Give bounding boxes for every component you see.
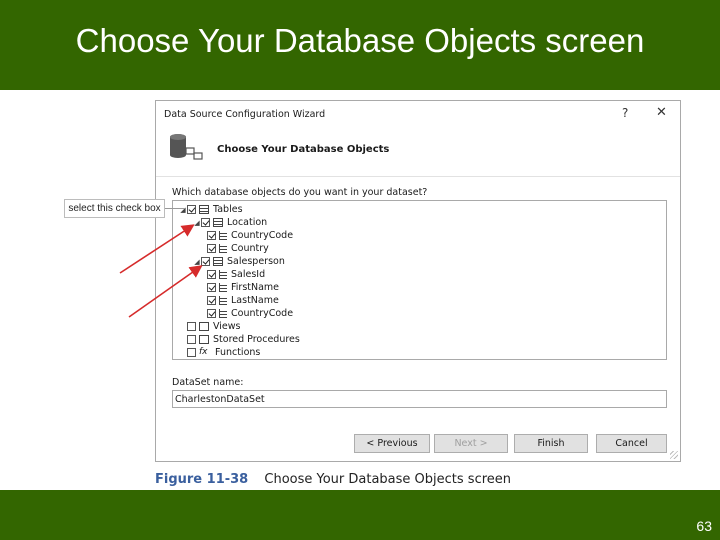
- figure-caption-text: Choose Your Database Objects screen: [264, 472, 512, 487]
- tree-item-label: Country: [231, 243, 269, 254]
- functions-checkbox[interactable]: [187, 348, 196, 357]
- salesid-checkbox[interactable]: [207, 270, 216, 279]
- figure-caption: Figure 11-38 Choose Your Database Object…: [155, 472, 511, 487]
- tree-item-tables[interactable]: ◢ Tables: [179, 203, 243, 216]
- tree-item-country[interactable]: Country: [207, 242, 269, 255]
- tree-item-salesperson[interactable]: ◢ Salesperson: [193, 255, 285, 268]
- tree-item-label: CountryCode: [231, 308, 294, 319]
- header-divider: [156, 176, 680, 177]
- tree-item-firstname[interactable]: FirstName: [207, 281, 279, 294]
- help-button[interactable]: ?: [622, 106, 628, 120]
- page-number: 63: [696, 518, 712, 534]
- database-objects-tree[interactable]: ◢ Tables ◢ Location CountryCode Country …: [172, 200, 667, 360]
- dataset-name-input[interactable]: [172, 390, 667, 408]
- callout-leader-line: [165, 208, 185, 209]
- dialog-title: Data Source Configuration Wizard: [164, 109, 326, 120]
- tables-checkbox[interactable]: [187, 205, 196, 214]
- slide-title-bar: Choose Your Database Objects screen: [0, 0, 720, 90]
- resize-grip-icon[interactable]: [670, 451, 678, 459]
- countrycode-checkbox[interactable]: [207, 231, 216, 240]
- tree-item-label: CountryCode: [231, 230, 294, 241]
- table-icon: [213, 257, 223, 266]
- field-icon: [219, 283, 227, 292]
- tree-item-label: Views: [213, 321, 241, 332]
- finish-button[interactable]: Finish: [514, 434, 588, 453]
- field-icon: [219, 231, 227, 240]
- function-icon: fx: [199, 347, 208, 357]
- tree-item-label: Location: [227, 217, 268, 228]
- tree-item-label: Salesperson: [227, 256, 285, 267]
- collapse-triangle-icon[interactable]: ◢: [193, 219, 201, 227]
- next-button[interactable]: Next >: [434, 434, 508, 453]
- tree-item-stored-procedures[interactable]: Stored Procedures: [187, 333, 300, 346]
- field-icon: [219, 296, 227, 305]
- tree-item-label: FirstName: [231, 282, 280, 293]
- previous-button[interactable]: < Previous: [354, 434, 430, 453]
- firstname-checkbox[interactable]: [207, 283, 216, 292]
- tree-item-views[interactable]: Views: [187, 320, 241, 333]
- dataset-name-label: DataSet name:: [172, 377, 244, 388]
- tree-item-label: Stored Procedures: [213, 334, 300, 345]
- dialog-heading: Choose Your Database Objects: [217, 144, 390, 155]
- field-icon: [219, 270, 227, 279]
- tree-item-location[interactable]: ◢ Location: [193, 216, 267, 229]
- figure-number: Figure 11-38: [155, 472, 249, 487]
- cancel-button[interactable]: Cancel: [596, 434, 667, 453]
- slide-footer-bar: 63: [0, 490, 720, 540]
- views-checkbox[interactable]: [187, 322, 196, 331]
- table-icon: [199, 205, 209, 214]
- location-checkbox[interactable]: [201, 218, 210, 227]
- slide-title: Choose Your Database Objects screen: [75, 22, 645, 59]
- countrycode-2-checkbox[interactable]: [207, 309, 216, 318]
- data-source-wizard-dialog: Data Source Configuration Wizard ? ✕ Cho…: [155, 100, 681, 462]
- stored-procedures-checkbox[interactable]: [187, 335, 196, 344]
- country-checkbox[interactable]: [207, 244, 216, 253]
- objects-question: Which database objects do you want in yo…: [172, 187, 428, 198]
- callout-label: select this check box: [64, 199, 165, 218]
- view-icon: [199, 322, 209, 331]
- lastname-checkbox[interactable]: [207, 296, 216, 305]
- tree-item-label: LastName: [231, 295, 279, 306]
- tree-item-label: Tables: [213, 204, 243, 215]
- close-button[interactable]: ✕: [656, 105, 667, 120]
- tree-item-lastname[interactable]: LastName: [207, 294, 279, 307]
- tree-item-functions[interactable]: fx Functions: [187, 346, 260, 359]
- table-icon: [213, 218, 223, 227]
- tree-item-salesid[interactable]: SalesId: [207, 268, 265, 281]
- field-icon: [219, 244, 227, 253]
- database-icon: [170, 134, 203, 160]
- tree-item-countrycode[interactable]: CountryCode: [207, 229, 293, 242]
- tree-item-label: Functions: [215, 347, 261, 358]
- field-icon: [219, 309, 227, 318]
- salesperson-checkbox[interactable]: [201, 257, 210, 266]
- collapse-triangle-icon[interactable]: ◢: [179, 206, 187, 214]
- collapse-triangle-icon[interactable]: ◢: [193, 258, 201, 266]
- procedure-icon: [199, 335, 209, 344]
- tree-item-label: SalesId: [231, 269, 266, 280]
- tree-item-countrycode-2[interactable]: CountryCode: [207, 307, 293, 320]
